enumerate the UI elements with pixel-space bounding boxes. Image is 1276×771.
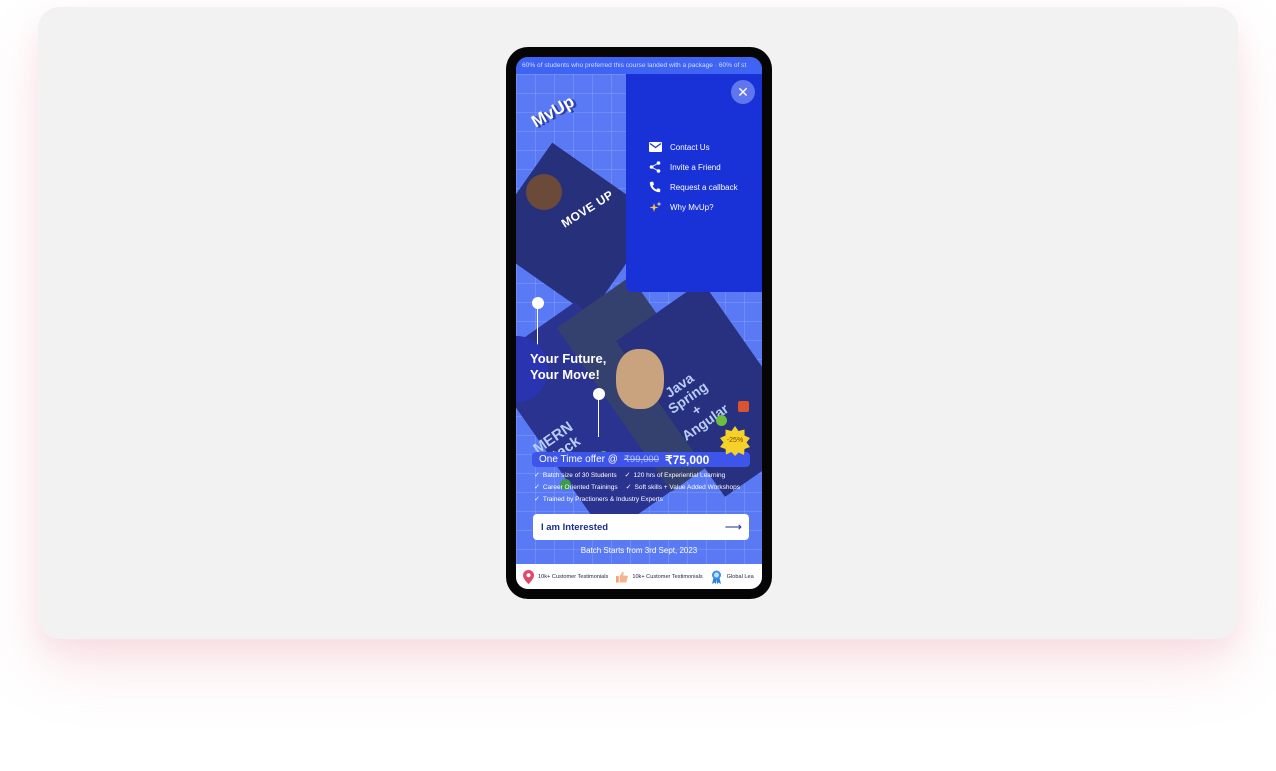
menu-item-invite-friend[interactable]: Invite a Friend (648, 157, 738, 177)
student-photo (526, 174, 562, 210)
menu-item-request-callback[interactable]: Request a callback (648, 177, 738, 197)
check-icon: ✓ (625, 484, 632, 491)
trust-item: 10k+ Customer Testimonials (522, 569, 608, 584)
check-icon: ✓ (624, 472, 631, 479)
check-icon: ✓ (534, 496, 540, 503)
share-icon (648, 160, 662, 174)
menu-item-label: Contact Us (670, 142, 710, 152)
new-price: ₹75,000 (665, 452, 710, 467)
discount-text: -25% (726, 437, 744, 444)
interested-button-label: I am Interested (541, 521, 609, 533)
menu-item-why-mvup[interactable]: Why MvUp? (648, 197, 738, 217)
menu-item-label: Request a callback (670, 182, 738, 192)
side-menu: ✕ Contact Us Invite a Friend Request a c… (626, 74, 762, 292)
phone-screen: 60% of students who preferred this cours… (516, 57, 762, 589)
angular-icon (738, 401, 749, 412)
marquee-ticker: 60% of students who preferred this cours… (516, 57, 762, 74)
trust-item: 10k+ Customer Testimonials (616, 570, 703, 584)
trust-item: Global Lea (711, 570, 754, 584)
menu-item-contact-us[interactable]: Contact Us (648, 137, 738, 157)
feature-row: ✓ Batch size of 30 Students ✓ 120 hrs of E… (534, 469, 748, 481)
sparkle-icon (648, 200, 662, 214)
hero-tagline: Your Future, Your Move! (530, 351, 607, 382)
phone-frame: 60% of students who preferred this cours… (506, 47, 772, 599)
pin-dot (532, 297, 544, 309)
thumbs-up-icon (616, 570, 629, 584)
pin-stick (537, 303, 538, 347)
trust-bar: 10k+ Customer Testimonials 10k+ Customer… (516, 564, 762, 589)
old-price: ₹99,000 (623, 454, 659, 465)
arrow-right-icon: ⟶ (724, 520, 742, 534)
map-pin-icon (522, 569, 534, 584)
feature-list: ✓ Batch size of 30 Students ✓ 120 hrs of E… (534, 469, 748, 505)
feature-row: ✓ Career Oriented Trainings ✓ Soft skills … (534, 481, 748, 493)
menu-item-label: Invite a Friend (670, 162, 721, 172)
discount-badge: -25% (720, 426, 750, 456)
close-button[interactable]: ✕ (731, 80, 755, 104)
mvup-logo: MvUp (528, 91, 578, 132)
menu-list: Contact Us Invite a Friend Request a cal… (648, 137, 738, 217)
feature-item: ✓ Trained by Practioners & Industry Exper… (534, 495, 663, 504)
offer-bar: One Time offer @ ₹99,000 ₹75,000 (532, 452, 750, 467)
feature-item: ✓ Batch size of 30 Students (534, 471, 617, 480)
feature-item: ✓ 120 hrs of Experiential Learning (624, 471, 726, 480)
batch-start-text: Batch Starts from 3rd Sept, 2023 (580, 546, 698, 555)
phone-icon (648, 180, 662, 194)
offer-label: One Time offer @ (539, 454, 618, 465)
menu-item-label: Why MvUp? (670, 202, 714, 212)
feature-row: ✓ Trained by Practioners & Industry Exper… (534, 493, 748, 505)
mail-icon (648, 140, 662, 154)
pin-dot (593, 388, 605, 400)
check-icon: ✓ (534, 484, 540, 491)
pin-stick (598, 395, 599, 437)
spring-icon (716, 415, 727, 426)
award-icon (711, 570, 723, 584)
interested-button[interactable]: I am Interested ⟶ (533, 514, 749, 540)
feature-item: ✓ Soft skills + Value Added Workshops (625, 483, 740, 492)
check-icon: ✓ (534, 472, 540, 479)
feature-item: ✓ Career Oriented Trainings (534, 483, 618, 492)
